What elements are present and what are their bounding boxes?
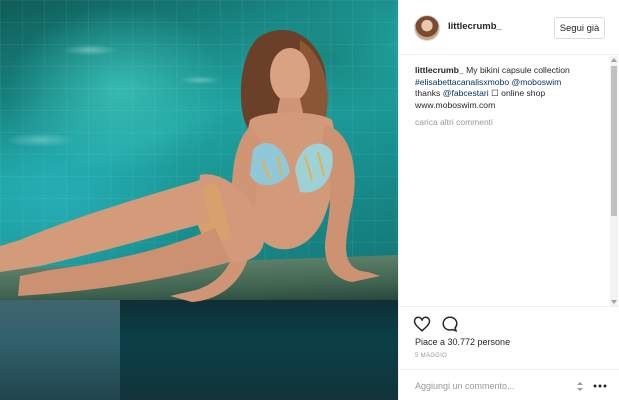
load-more-comments-link[interactable]: carica altri commenti: [415, 117, 493, 127]
avatar[interactable]: [414, 15, 440, 41]
hashtag-link[interactable]: #elisabettacanalisxmobo: [415, 77, 509, 87]
post-actions: Piace a 30.772 persone 5 MAGGIO: [399, 306, 619, 400]
more-icon[interactable]: [593, 382, 607, 390]
caption-text: My bikini capsule collection: [463, 65, 570, 75]
comment-input[interactable]: [415, 378, 565, 394]
sort-icon[interactable]: [575, 381, 585, 392]
caption-thanks-text: thanks: [415, 88, 443, 98]
post-side-panel: littlecrumb_ Segui già littlecrumb_ My b…: [398, 0, 619, 400]
scrollbar-thumb[interactable]: [611, 66, 617, 216]
comments-scrollbar[interactable]: [610, 56, 618, 306]
comment-icon[interactable]: [441, 315, 459, 333]
post-caption: littlecrumb_ My bikini capsule collectio…: [415, 65, 605, 111]
post-header: littlecrumb_ Segui già: [399, 0, 619, 55]
post-photo[interactable]: [0, 0, 398, 400]
caption-author-link[interactable]: littlecrumb_: [415, 65, 464, 75]
caption-shop-text: ☐ online shop: [488, 88, 546, 98]
mention-link-fabcestari[interactable]: @fabcestari: [443, 88, 489, 98]
caption-website-text: www.moboswim.com: [415, 99, 496, 110]
mention-link-moboswim[interactable]: @moboswim: [512, 77, 562, 87]
follow-button[interactable]: Segui già: [554, 17, 605, 39]
post-date: 5 MAGGIO: [415, 353, 448, 359]
username-link[interactable]: littlecrumb_: [448, 21, 502, 32]
likes-count[interactable]: Piace a 30.772 persone: [415, 337, 510, 347]
heart-icon[interactable]: [413, 315, 431, 333]
woman-figure: [0, 29, 380, 302]
scroll-up-arrow-icon[interactable]: [611, 58, 617, 62]
scroll-down-arrow-icon[interactable]: [611, 300, 617, 304]
comment-box: [399, 369, 619, 400]
